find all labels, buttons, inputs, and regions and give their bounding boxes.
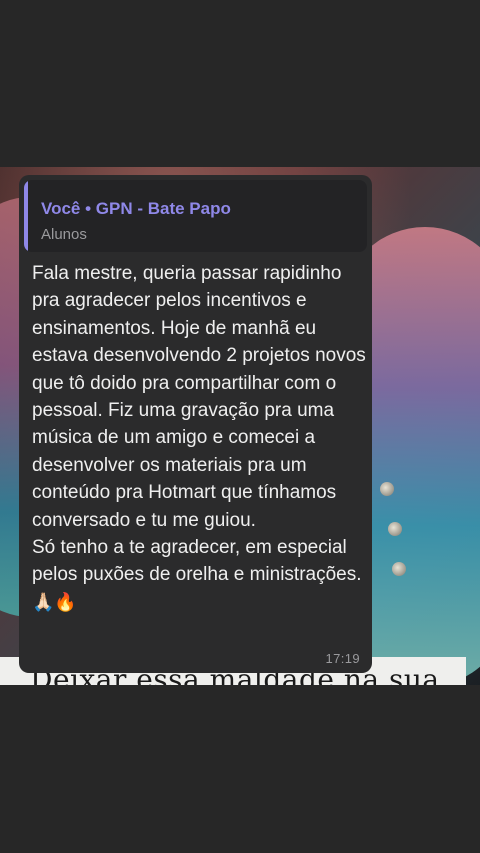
message-paragraph-2: Só tenho a te agradecer, em especial pel…	[32, 534, 368, 616]
message-text: Fala mestre, queria passar rapidinho pra…	[32, 260, 368, 616]
pray-fire-emoji-icon: 🙏🏻🔥	[32, 591, 77, 613]
message-bubble[interactable]: Você • GPN - Bate Papo Alunos Fala mestr…	[19, 175, 372, 673]
message-paragraph: Fala mestre, queria passar rapidinho pra…	[32, 263, 366, 531]
reply-subtitle: Alunos	[41, 226, 87, 243]
reply-quote-bar	[24, 180, 28, 252]
message-paragraph-text: Só tenho a te agradecer, em especial pel…	[32, 537, 362, 586]
guitar-knob	[380, 482, 394, 496]
guitar-knob	[392, 562, 406, 576]
screen: Deixar essa maldade na sua Você • GPN - …	[0, 0, 480, 853]
guitar-knob	[388, 522, 402, 536]
reply-title: Você • GPN - Bate Papo	[41, 199, 231, 218]
message-timestamp: 17:19	[325, 651, 360, 666]
reply-quote[interactable]: Você • GPN - Bate Papo Alunos	[24, 180, 367, 252]
